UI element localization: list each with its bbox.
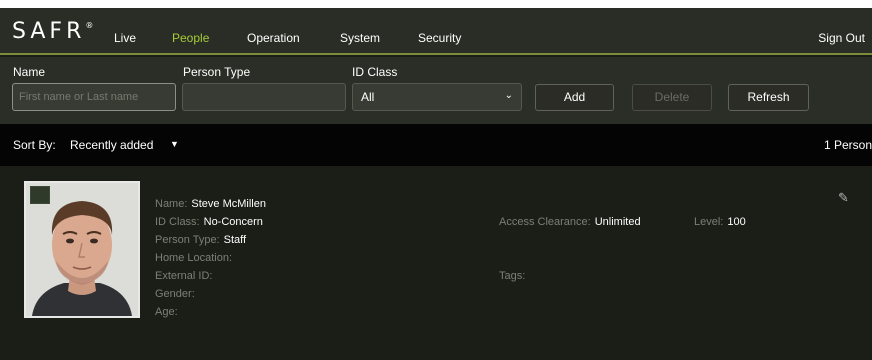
field-access-clearance: Access Clearance: Unlimited xyxy=(499,216,641,228)
name-key: Name: xyxy=(155,198,188,210)
name-label: Name xyxy=(13,65,46,79)
sort-by-label: Sort By: xyxy=(13,138,56,152)
sort-bar: Sort By: Recently added ▼ 1 Person xyxy=(0,124,872,166)
select-checkbox[interactable] xyxy=(30,186,50,204)
registered-mark: ® xyxy=(85,21,94,30)
name-search-input[interactable] xyxy=(12,83,176,111)
level-value: 100 xyxy=(727,216,746,228)
add-button[interactable]: Add xyxy=(535,84,614,111)
field-age: Age: xyxy=(155,306,182,318)
name-value: Steve McMillen xyxy=(191,198,266,210)
app-window: SAFR® Live People Operation System Secur… xyxy=(0,8,872,360)
field-id-class: ID Class: No-Concern xyxy=(155,216,263,228)
field-external-id: External ID: xyxy=(155,270,216,282)
filter-bar: Name Person Type ID Class All ⌄ Add Dele… xyxy=(0,57,872,124)
field-name: Name: Steve McMillen xyxy=(155,198,266,210)
id-class-select[interactable]: All ⌄ xyxy=(352,83,522,111)
field-level: Level: 100 xyxy=(694,216,746,228)
id-class-label: ID Class xyxy=(352,65,398,79)
refresh-button[interactable]: Refresh xyxy=(728,84,809,111)
gender-key: Gender: xyxy=(155,288,195,300)
chevron-down-icon[interactable]: ▼ xyxy=(170,139,179,149)
person-type-label: Person Type xyxy=(183,65,251,79)
person-card[interactable]: Name: Steve McMillen ID Class: No-Concern … xyxy=(0,166,872,360)
id-class-key: ID Class: xyxy=(155,216,200,228)
person-type-key: Person Type: xyxy=(155,234,220,246)
id-class-selected-value: All xyxy=(361,90,375,104)
sign-out-link[interactable]: Sign Out xyxy=(818,31,865,45)
external-id-key: External ID: xyxy=(155,270,213,282)
level-key: Level: xyxy=(694,216,724,228)
home-location-key: Home Location: xyxy=(155,252,233,264)
person-type-value: Staff xyxy=(223,234,247,246)
pencil-icon[interactable]: ✎ xyxy=(838,190,849,206)
field-tags: Tags: xyxy=(499,270,529,282)
access-clearance-key: Access Clearance: xyxy=(499,216,591,228)
field-person-type: Person Type: Staff xyxy=(155,234,246,246)
chevron-down-icon: ⌄ xyxy=(504,90,513,101)
nav-people[interactable]: People xyxy=(172,31,209,45)
delete-button[interactable]: Delete xyxy=(632,84,712,111)
nav-system[interactable]: System xyxy=(340,31,380,45)
person-count: 1 Person xyxy=(823,138,872,152)
field-home-location: Home Location: xyxy=(155,252,236,264)
person-type-input[interactable] xyxy=(182,83,346,111)
field-gender: Gender: xyxy=(155,288,199,300)
safr-logo: SAFR® xyxy=(12,19,93,44)
nav-security[interactable]: Security xyxy=(418,31,461,45)
nav-live[interactable]: Live xyxy=(114,31,136,45)
tags-key: Tags: xyxy=(499,270,526,282)
id-class-value: No-Concern xyxy=(203,216,263,228)
nav-operation[interactable]: Operation xyxy=(247,31,300,45)
top-nav: SAFR® Live People Operation System Secur… xyxy=(0,8,872,55)
sort-dropdown[interactable]: Recently added xyxy=(70,138,153,152)
access-clearance-value: Unlimited xyxy=(594,216,641,228)
logo-text: SAFR xyxy=(12,19,86,44)
age-key: Age: xyxy=(155,306,178,318)
